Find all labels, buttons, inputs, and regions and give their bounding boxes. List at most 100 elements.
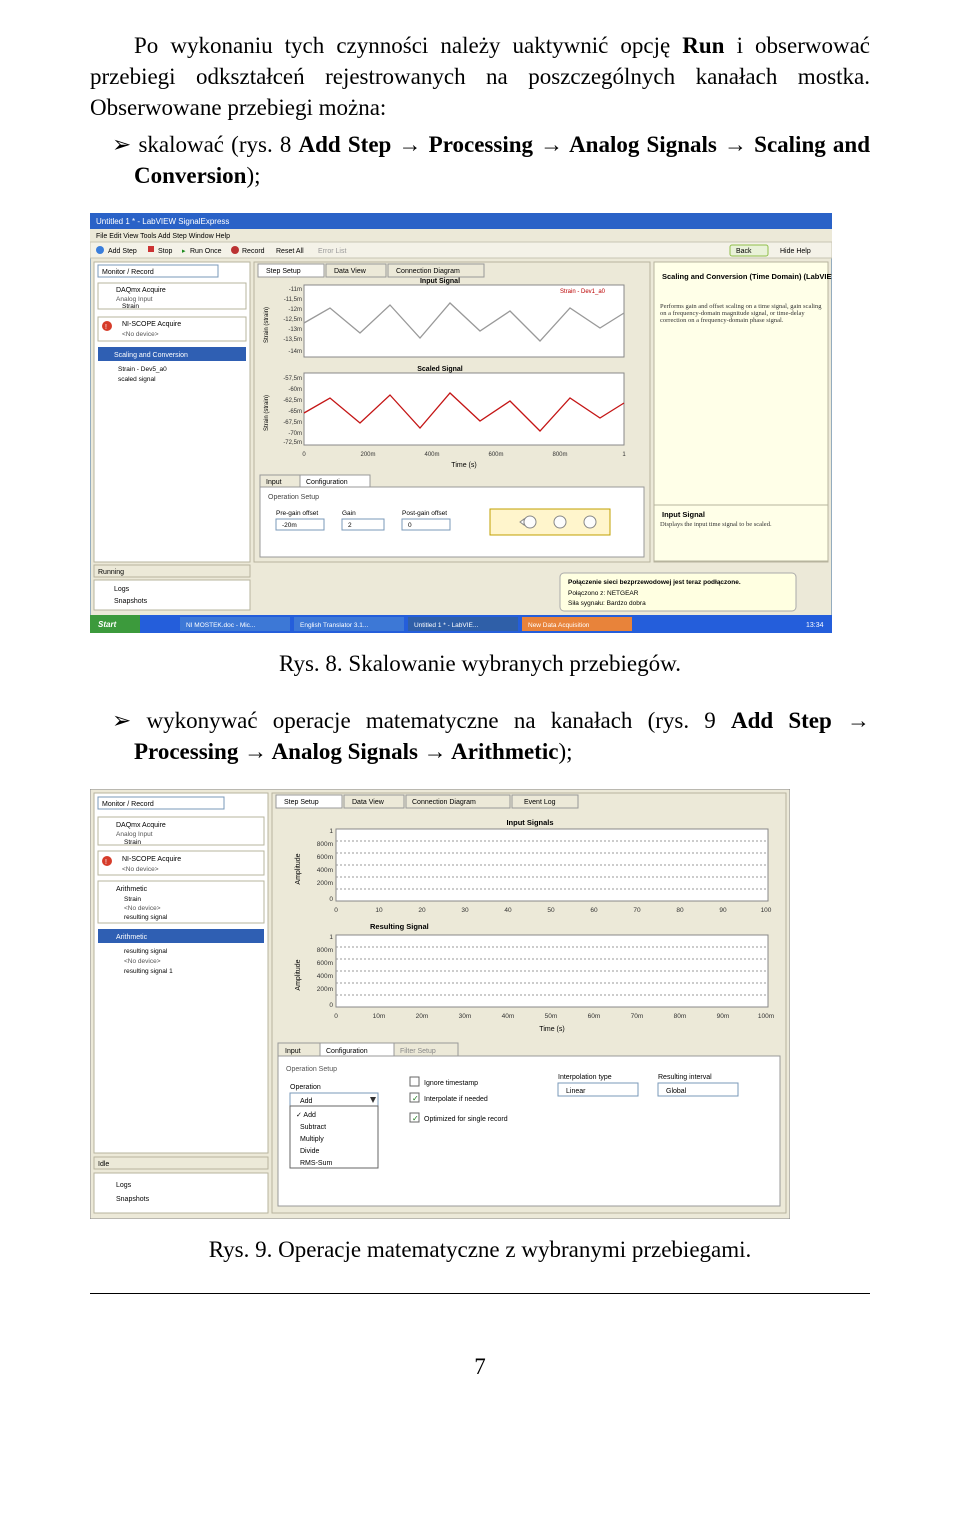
tab-connection-diagram[interactable]: Connection Diagram — [396, 268, 460, 275]
interp-type-label: Interpolation type — [558, 1074, 612, 1081]
post-gain-label: Post-gain offset — [402, 510, 447, 517]
status-text: Running — [98, 569, 124, 576]
help-title: Scaling and Conversion (Time Domain) (La… — [662, 272, 832, 281]
text: skalować (rys. 8 — [131, 132, 298, 157]
tree-scaling-conversion[interactable]: Scaling and Conversion — [114, 352, 188, 359]
tree-nodevice[interactable]: <No device> — [122, 331, 159, 338]
svg-text:0: 0 — [334, 1013, 338, 1020]
tree-daqmx[interactable]: DAQmx Acquire — [116, 822, 166, 829]
svg-text:200m: 200m — [317, 986, 333, 993]
input-signal-title: Input Signal — [420, 278, 460, 285]
figure-9-screenshot: Monitor / Record DAQmx Acquire Analog In… — [90, 789, 870, 1219]
tab-event-log[interactable]: Event Log — [524, 799, 556, 806]
resulting-signal-title: Resulting Signal — [370, 922, 429, 931]
tree-resulting-1[interactable]: resulting signal — [124, 914, 168, 921]
tab-data-view[interactable]: Data View — [334, 268, 367, 275]
tree-analog-input[interactable]: Analog Input — [116, 296, 153, 303]
snapshots-item[interactable]: Snapshots — [116, 1196, 150, 1203]
tree-daqmx[interactable]: DAQmx Acquire — [116, 287, 166, 294]
svg-text:30: 30 — [461, 907, 469, 914]
tree-niscope[interactable]: NI-SCOPE Acquire — [122, 856, 181, 863]
op-option-divide[interactable]: Divide — [300, 1148, 320, 1155]
tree-strain[interactable]: Strain — [124, 839, 141, 846]
tab-configuration[interactable]: Configuration — [326, 1048, 368, 1055]
svg-text:90m: 90m — [717, 1013, 730, 1020]
operation-setup-label: Operation Setup — [268, 494, 319, 501]
tree-resulting-2[interactable]: resulting signal — [124, 948, 168, 955]
tree-arithmetic-1[interactable]: Arithmetic — [116, 886, 148, 893]
operation-dropdown[interactable]: Add — [300, 1098, 313, 1105]
op-option-subtract[interactable]: Subtract — [300, 1124, 326, 1131]
tab-input[interactable]: Input — [285, 1048, 301, 1055]
svg-text:400m: 400m — [317, 867, 333, 874]
reset-all-button[interactable]: Reset All — [276, 248, 304, 255]
tree-strain-dev5[interactable]: Strain - Dev5_a0 — [118, 366, 167, 373]
op-option-rmssum[interactable]: RMS-Sum — [300, 1160, 332, 1167]
monitor-record-dropdown[interactable]: Monitor / Record — [102, 269, 154, 276]
svg-text:0: 0 — [334, 907, 338, 914]
start-button[interactable]: Start — [98, 620, 117, 629]
tab-configuration[interactable]: Configuration — [306, 479, 348, 486]
ylabel-amp-1: Amplitude — [295, 854, 302, 885]
pre-gain-input[interactable]: -20m — [282, 522, 297, 529]
op-option-multiply[interactable]: Multiply — [300, 1136, 324, 1143]
svg-text:-11m: -11m — [289, 287, 302, 293]
xlabel: Time (s) — [539, 1026, 564, 1033]
tree-nodevice[interactable]: <No device> — [122, 866, 159, 873]
snapshots-item[interactable]: Snapshots — [114, 598, 148, 605]
monitor-record-dropdown[interactable]: Monitor / Record — [102, 801, 154, 808]
task-translator[interactable]: English Translator 3.1... — [300, 622, 368, 629]
interp-type-dropdown[interactable]: Linear — [566, 1088, 586, 1095]
svg-text:70m: 70m — [631, 1013, 644, 1020]
tree-resulting-3[interactable]: resulting signal 1 — [124, 968, 173, 975]
menu-bar[interactable]: File Edit View Tools Add Step Window Hel… — [96, 233, 230, 240]
tree-arithmetic-2-selected[interactable]: Arithmetic — [116, 934, 148, 941]
hide-help-button[interactable]: Hide Help — [780, 248, 811, 255]
task-newdata[interactable]: New Data Acquisition — [528, 622, 590, 629]
add-step-button[interactable]: Add Step — [108, 248, 137, 255]
run-once-label[interactable]: Run Once — [190, 248, 222, 255]
tree-nodevice-2[interactable]: <No device> — [124, 905, 161, 912]
tab-data-view[interactable]: Data View — [352, 799, 385, 806]
check-optimized[interactable]: Optimized for single record — [424, 1116, 508, 1123]
svg-text:20: 20 — [418, 907, 426, 914]
ylabel-amp-2: Amplitude — [295, 960, 302, 991]
tab-filter-setup[interactable]: Filter Setup — [400, 1048, 436, 1055]
tree-strain[interactable]: Strain — [122, 303, 139, 310]
resulting-interval-dropdown[interactable]: Global — [666, 1088, 687, 1095]
op-option-add[interactable]: ✓ Add — [296, 1112, 316, 1119]
logs-item[interactable]: Logs — [114, 586, 130, 593]
tab-input[interactable]: Input — [266, 479, 282, 486]
tree-scaled-signal[interactable]: scaled signal — [118, 376, 156, 383]
svg-text:-57,5m: -57,5m — [283, 376, 302, 382]
post-gain-input[interactable]: 0 — [408, 522, 412, 529]
gain-input[interactable]: 2 — [348, 522, 352, 529]
tree-niscope[interactable]: NI-SCOPE Acquire — [122, 321, 181, 328]
task-doc[interactable]: NI MOSTEK.doc - Mic... — [186, 622, 256, 629]
svg-text:-12,5m: -12,5m — [283, 317, 302, 323]
task-labview[interactable]: Untitled 1 * - LabVIE... — [414, 622, 479, 629]
tab-step-setup[interactable]: Step Setup — [266, 268, 301, 275]
svg-text:-70m: -70m — [288, 431, 302, 437]
stop-button[interactable]: Stop — [158, 248, 173, 255]
svg-text:-67,5m: -67,5m — [283, 420, 302, 426]
tree-nodevice-3[interactable]: <No device> — [124, 958, 161, 965]
run-once-button[interactable]: ▸ — [182, 248, 186, 255]
check-ignore-timestamp[interactable]: Ignore timestamp — [424, 1080, 478, 1087]
svg-text:200m: 200m — [360, 452, 375, 458]
tab-connection-diagram[interactable]: Connection Diagram — [412, 799, 476, 806]
error-list-button[interactable]: Error List — [318, 248, 346, 255]
ylabel-1: Strain (strain) — [264, 307, 270, 343]
text: ); — [246, 163, 260, 188]
svg-text:70: 70 — [633, 907, 641, 914]
record-button[interactable]: Record — [242, 248, 265, 255]
svg-text:400m: 400m — [317, 973, 333, 980]
back-button[interactable]: Back — [736, 248, 752, 255]
bullet-scale: ➢ skalować (rys. 8 Add Step → Processing… — [90, 129, 870, 191]
check-interpolate[interactable]: Interpolate if needed — [424, 1096, 488, 1103]
tab-step-setup[interactable]: Step Setup — [284, 799, 319, 806]
tree-analog-input[interactable]: Analog Input — [116, 831, 153, 838]
balloon-line2: Połączono z: NETGEAR — [568, 590, 639, 597]
logs-item[interactable]: Logs — [116, 1182, 132, 1189]
tree-strain-2[interactable]: Strain — [124, 896, 141, 903]
